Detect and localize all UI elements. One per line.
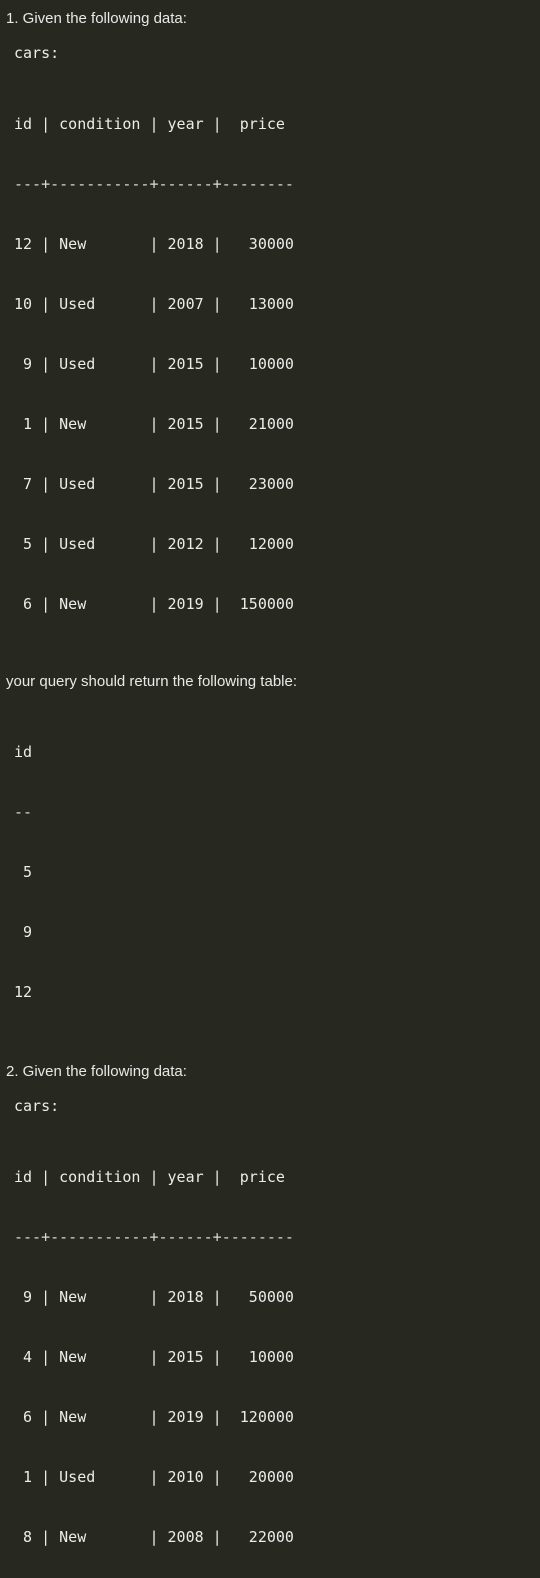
exercise-1-table-label: cars: [14,44,60,62]
table-row: 1 | Used | 2010 | 20000 [14,1468,294,1486]
table-row: 5 | Used | 2012 | 12000 [14,535,294,553]
table-header-row: id | condition | year | price [14,1168,285,1186]
table-separator-row: ---+-----------+------+-------- [14,175,294,193]
table-row: 7 | Used | 2015 | 23000 [14,475,294,493]
exercise-page: 1. Given the following data: cars: id | … [0,0,540,1546]
exercise-1-result-table: id -- 5 9 12 [0,702,540,1042]
table-row: 9 | Used | 2015 | 10000 [14,355,294,373]
result-row: 5 [14,863,33,881]
exercise-2-table-label: cars: [14,1097,60,1115]
exercise-2: 2. Given the following data: cars: id | … [0,1062,540,1578]
exercise-1-result-prompt: your query should return the following t… [6,673,298,690]
table-row: 1 | New | 2015 | 21000 [14,415,294,433]
exercise-1-data-table: id | condition | year | price ---+------… [0,74,540,654]
result-header-row: id [14,743,33,761]
result-separator-row: -- [14,803,33,821]
table-row: 4 | New | 2015 | 10000 [14,1348,294,1366]
result-row: 12 [14,983,33,1001]
table-separator-row: ---+-----------+------+-------- [14,1228,294,1246]
table-row: 6 | New | 2019 | 120000 [14,1408,294,1426]
result-row: 9 [14,923,33,941]
table-header-row: id | condition | year | price [14,115,285,133]
exercise-1-heading: 1. Given the following data: [6,10,187,27]
table-row: 10 | Used | 2007 | 13000 [14,295,294,313]
table-row: 9 | New | 2018 | 50000 [14,1288,294,1306]
table-row: 6 | New | 2019 | 150000 [14,595,294,613]
table-row: 12 | New | 2018 | 30000 [14,235,294,253]
table-row: 8 | New | 2008 | 22000 [14,1528,294,1546]
exercise-2-data-table: id | condition | year | price ---+------… [0,1127,540,1578]
exercise-2-heading: 2. Given the following data: [6,1063,187,1080]
exercise-1: 1. Given the following data: cars: id | … [0,9,540,1042]
